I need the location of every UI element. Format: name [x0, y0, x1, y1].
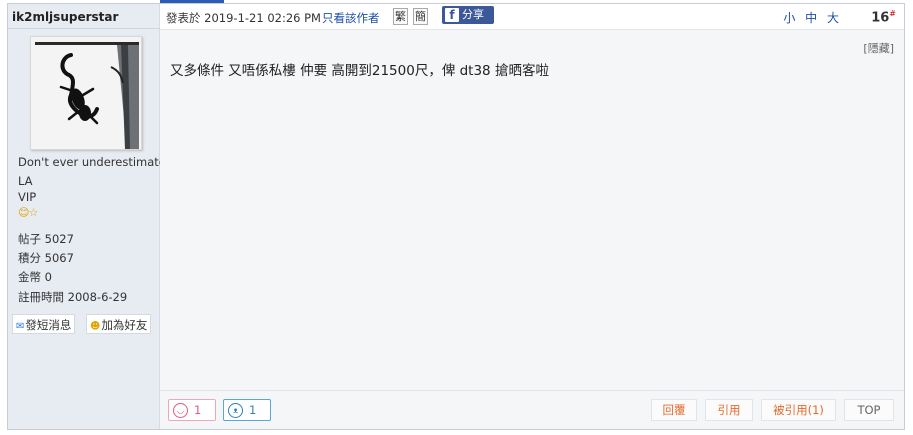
stat-posts-value: 5027 — [44, 232, 74, 246]
post-content-area: 發表於 2019-1-21 02:26 PM 只看該作者 繁 簡 f 分享 小 中… — [160, 4, 904, 429]
posted-time: 2019-1-21 02:26 PM — [204, 11, 321, 25]
user-rank: LA — [18, 174, 33, 188]
quote-button[interactable]: 引用 — [705, 399, 753, 421]
stat-posts[interactable]: 帖子 5027 — [18, 231, 74, 247]
post-footer: ◡ 1 ᴥ1 回覆 引用 被引用(1) TOP — [160, 390, 904, 429]
hide-toggle[interactable]: [隱藏] — [863, 40, 894, 56]
author-only-link[interactable]: 只看該作者 — [322, 10, 380, 26]
floor-number-suffix: # — [889, 9, 896, 18]
stat-register-label: 註冊時間 — [18, 290, 64, 304]
floor-number[interactable]: 16# — [871, 9, 896, 25]
avatar-gecko-image — [31, 37, 141, 149]
smiley-star-icon: 😊☆ — [18, 206, 38, 219]
username[interactable]: ik2mljsuperstar — [12, 10, 118, 24]
stat-register-value: 2008-6-29 — [67, 290, 128, 304]
user-signature: Don't ever underestimate — [18, 155, 166, 169]
cat-face-icon: ᴥ — [228, 403, 243, 418]
divider — [8, 28, 160, 29]
forum-post: ik2mljsuperstar Don't ever underestimate… — [7, 3, 905, 430]
send-message-button[interactable]: ✉發短消息 — [12, 314, 76, 334]
floor-number-value: 16 — [871, 10, 890, 26]
quoted-by-button[interactable]: 被引用(1) — [761, 399, 836, 421]
post-meta: 發表於 2019-1-21 02:26 PM — [166, 10, 321, 26]
reaction-like-button[interactable]: ◡ 1 — [168, 399, 216, 421]
send-message-label: 發短消息 — [25, 318, 72, 332]
stat-coins: 金幣 0 — [18, 269, 52, 285]
face-icon: ◡ — [173, 403, 188, 418]
stat-register-date: 註冊時間 2008-6-29 — [18, 289, 127, 305]
back-to-top-button[interactable]: TOP — [844, 399, 894, 421]
font-size-selector[interactable]: 小 中 大 — [783, 9, 842, 26]
reaction-like-count: 1 — [194, 403, 202, 417]
posted-label: 發表於 — [166, 11, 201, 25]
reaction-cat-count: 1 — [249, 403, 257, 417]
user-sidebar: ik2mljsuperstar Don't ever underestimate… — [8, 4, 166, 429]
user-group: VIP — [18, 190, 37, 204]
facebook-icon: f — [445, 8, 459, 22]
post-header: 發表於 2019-1-21 02:26 PM 只看該作者 繁 簡 f 分享 小 中… — [160, 4, 904, 30]
reaction-cat-button[interactable]: ᴥ1 — [223, 399, 271, 421]
add-friend-label: 加為好友 — [101, 318, 148, 332]
add-friend-button[interactable]: ☻加為好友 — [86, 314, 152, 334]
stat-coins-label: 金幣 — [18, 270, 41, 284]
simplified-chinese-button[interactable]: 簡 — [413, 8, 428, 25]
avatar[interactable] — [30, 36, 142, 150]
facebook-share-label: 分享 — [462, 8, 484, 21]
traditional-chinese-button[interactable]: 繁 — [393, 8, 408, 25]
stat-coins-value: 0 — [44, 270, 52, 284]
facebook-share-button[interactable]: f 分享 — [442, 6, 494, 24]
add-friend-icon: ☻ — [90, 321, 101, 332]
stat-posts-label: 帖子 — [18, 232, 41, 246]
stat-points-value: 5067 — [44, 251, 74, 265]
stat-points: 積分 5067 — [18, 250, 74, 266]
reply-button[interactable]: 回覆 — [651, 399, 697, 421]
envelope-icon: ✉ — [16, 321, 25, 332]
stat-points-label: 積分 — [18, 251, 41, 265]
post-body: 又多條件 又唔係私樓 仲要 高開到21500尺，俾 dt38 搶晒客啦 — [170, 63, 549, 79]
